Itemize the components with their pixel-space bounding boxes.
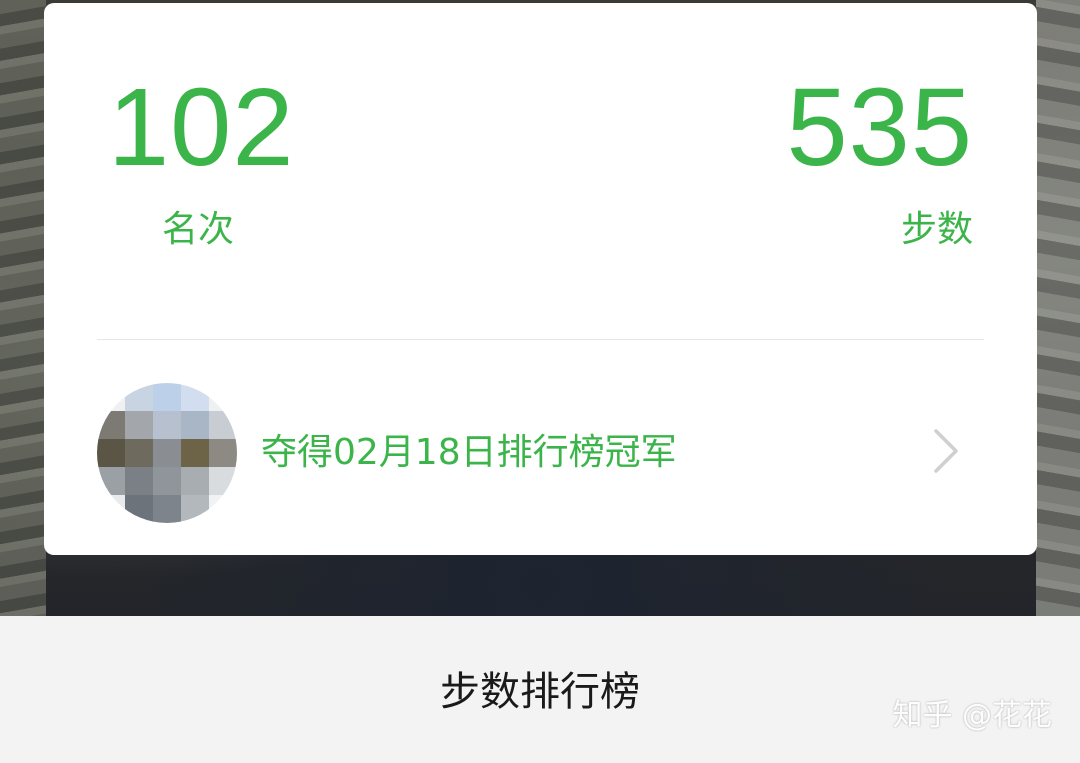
watermark: 知乎 @花花 (892, 698, 1052, 733)
background-photo-right-edge (1036, 0, 1080, 616)
step-stats-card: 102 名次 535 步数 夺得02月18日排行榜冠军 (44, 3, 1037, 555)
rank-label: 名次 (162, 209, 235, 250)
chevron-right-icon (934, 429, 958, 473)
screen: 102 名次 535 步数 夺得02月18日排行榜冠军 步数排行榜 知乎 @花花 (0, 0, 1080, 763)
steps-number: 535 (786, 66, 973, 189)
rank-number: 102 (108, 66, 295, 189)
divider (97, 339, 984, 340)
avatar (97, 383, 237, 523)
steps-label: 步数 (900, 209, 973, 250)
background-photo-left-edge (0, 0, 46, 616)
champion-text: 夺得02月18日排行榜冠军 (261, 432, 677, 473)
champion-row[interactable]: 夺得02月18日排行榜冠军 (97, 383, 984, 523)
bottom-bar[interactable]: 步数排行榜 知乎 @花花 (0, 616, 1080, 763)
